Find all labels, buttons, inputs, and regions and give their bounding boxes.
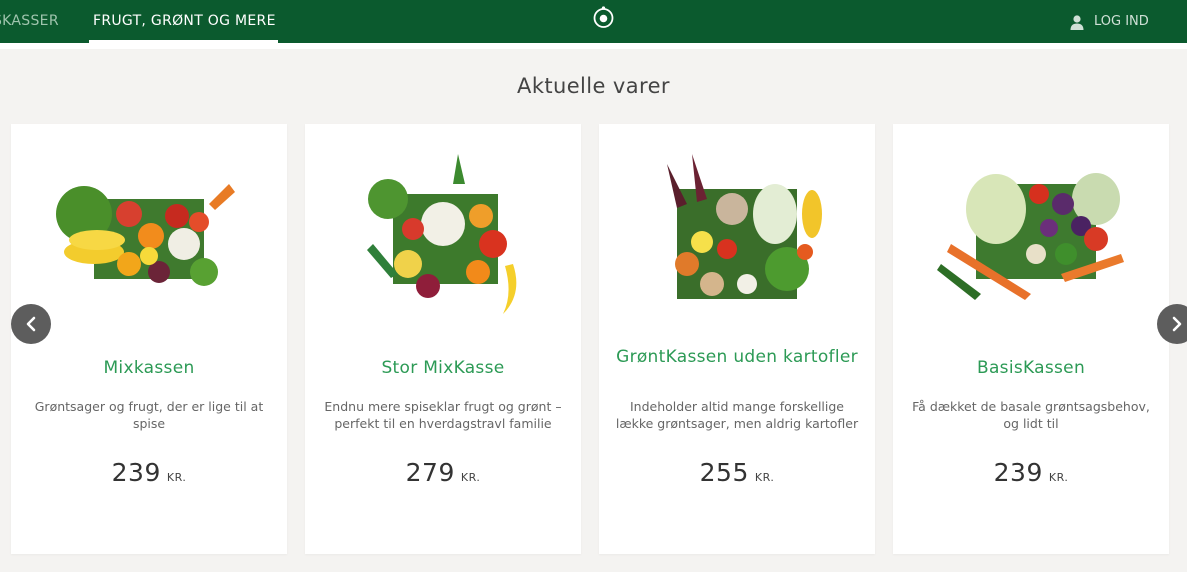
price-row: 239 KR.: [11, 458, 287, 487]
product-card-basiskassen[interactable]: BasisKassen Få dækket de basale grøntsag…: [893, 124, 1169, 554]
product-description: Grøntsager og frugt, der er lige til at …: [34, 399, 264, 431]
price-currency: KR.: [754, 471, 775, 484]
product-price: 279: [405, 458, 455, 487]
product-description: Indeholder altid mange forskellige lække…: [615, 399, 859, 431]
price-currency: KR.: [1048, 471, 1069, 484]
product-image[interactable]: [39, 144, 259, 319]
price-currency: KR.: [460, 471, 481, 484]
nav-item-kasser[interactable]: SKASSER: [0, 0, 59, 43]
chevron-left-icon: [26, 316, 36, 332]
price-row: 239 KR.: [893, 458, 1169, 487]
product-description: Få dækket de basale grøntsagsbehov, og l…: [912, 399, 1150, 431]
product-description: Endnu mere spiseklar frugt og grønt – pe…: [324, 399, 562, 431]
product-image[interactable]: [627, 144, 847, 319]
login-label: LOG IND: [1094, 14, 1149, 29]
product-price: 239: [993, 458, 1043, 487]
product-name[interactable]: BasisKassen: [905, 357, 1157, 379]
section-title: Aktuelle varer: [517, 74, 670, 98]
price-currency: KR.: [166, 471, 187, 484]
product-price: 255: [699, 458, 749, 487]
chevron-right-icon: [1172, 316, 1182, 332]
product-price: 239: [111, 458, 161, 487]
header-divider: [0, 43, 1187, 49]
product-image[interactable]: [333, 144, 553, 319]
product-name[interactable]: Mixkassen: [23, 357, 275, 379]
carousel-prev-button[interactable]: [11, 304, 51, 344]
login-button[interactable]: LOG IND: [1069, 0, 1149, 43]
product-name[interactable]: Stor MixKasse: [317, 357, 569, 379]
price-row: 255 KR.: [599, 458, 875, 487]
product-card-mixkassen[interactable]: Mixkassen Grøntsager og frugt, der er li…: [11, 124, 287, 554]
top-navigation-bar: SKASSER FRUGT, GRØNT OG MERE LOG IND: [0, 0, 1187, 43]
product-name[interactable]: GrøntKassen uden kartofler: [611, 346, 863, 368]
price-row: 279 KR.: [305, 458, 581, 487]
product-card-stor-mixkasse[interactable]: Stor MixKasse Endnu mere spiseklar frugt…: [305, 124, 581, 554]
at-sign-logo-icon[interactable]: [592, 5, 615, 28]
user-icon: [1070, 14, 1084, 30]
product-card-groentkassen-uden-kartofler[interactable]: GrøntKassen uden kartofler Indeholder al…: [599, 124, 875, 554]
product-image[interactable]: [921, 144, 1141, 319]
nav-item-frugt-groent[interactable]: FRUGT, GRØNT OG MERE: [89, 0, 280, 43]
